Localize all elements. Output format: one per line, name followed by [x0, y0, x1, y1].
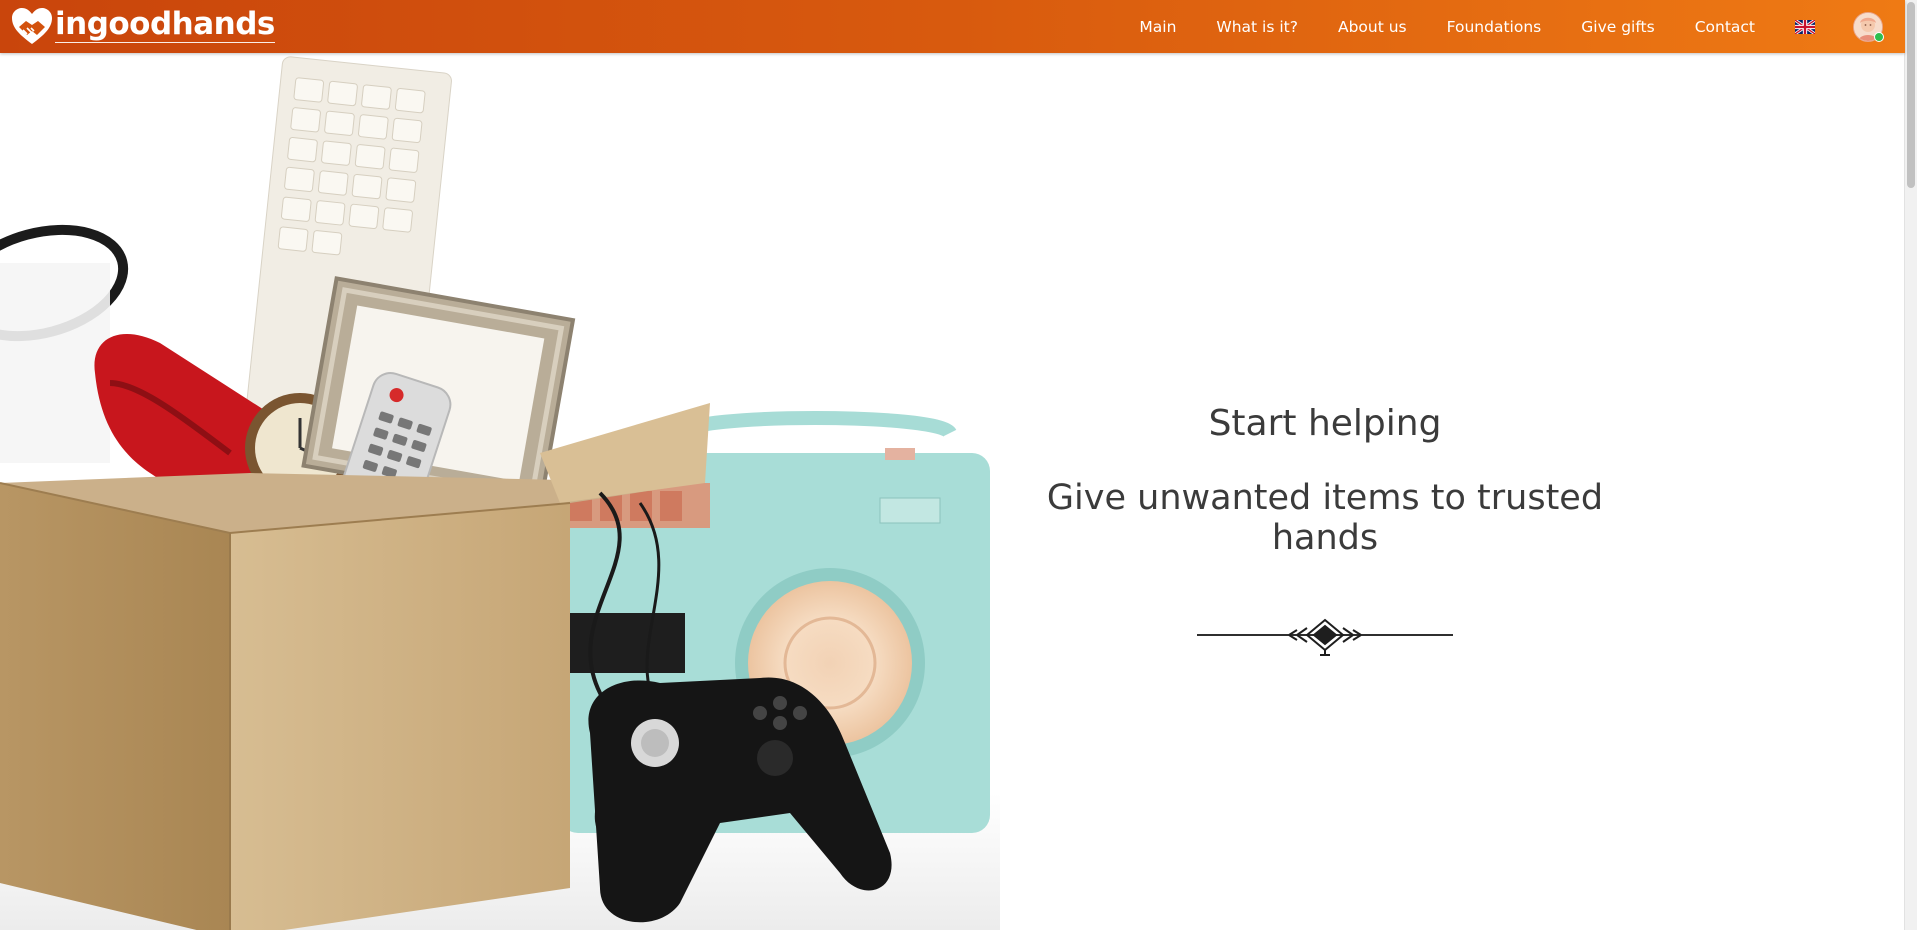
- nav-give-gifts[interactable]: Give gifts: [1581, 18, 1654, 36]
- brand-logo[interactable]: ingoodhands: [10, 6, 275, 46]
- hero-subtitle: Give unwanted items to trusted hands: [1046, 478, 1604, 558]
- heart-handshake-icon: [12, 8, 52, 44]
- user-avatar[interactable]: [1853, 11, 1884, 42]
- nav-contact[interactable]: Contact: [1695, 18, 1755, 36]
- top-navbar: ingoodhands Main What is it? About us Fo…: [0, 0, 1905, 53]
- online-status-dot: [1874, 31, 1884, 42]
- nav-foundations[interactable]: Foundations: [1447, 18, 1542, 36]
- box-of-donated-items-image: [0, 56, 1000, 930]
- nav-about-us[interactable]: About us: [1338, 18, 1407, 36]
- scrollbar-thumb[interactable]: [1907, 2, 1915, 188]
- page-scrollbar[interactable]: [1904, 0, 1917, 930]
- hero-section: Start helping Give unwanted items to tru…: [0, 53, 1905, 930]
- nav-what-is-it[interactable]: What is it?: [1216, 18, 1298, 36]
- decorative-divider-icon: [1197, 618, 1453, 656]
- hero-title: Start helping: [1208, 403, 1442, 444]
- main-nav: Main What is it? About us Foundations Gi…: [1119, 0, 1905, 53]
- uk-flag-icon[interactable]: [1795, 19, 1815, 34]
- brand-name: ingoodhands: [55, 6, 275, 43]
- nav-main[interactable]: Main: [1139, 18, 1176, 36]
